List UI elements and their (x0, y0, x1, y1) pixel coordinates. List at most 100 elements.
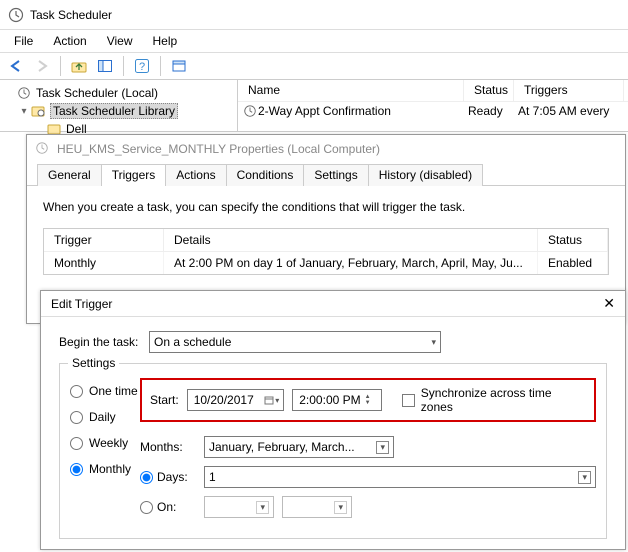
refresh-button[interactable] (167, 54, 191, 78)
chevron-down-icon: ▾ (431, 337, 436, 348)
settings-group: Settings One time Daily Weekly Monthly S… (59, 363, 607, 539)
chevron-down-icon: ▾ (334, 501, 347, 514)
sync-timezones-checkbox[interactable]: Synchronize across time zones (402, 386, 586, 414)
tree-pane[interactable]: Task Scheduler (Local) ▾ Task Scheduler … (0, 80, 238, 131)
start-highlight-box: Start: 10/20/2017 ▾ 2:00:00 PM ▲▼ (140, 378, 596, 422)
tree-library-label: Task Scheduler Library (50, 103, 178, 119)
tab-general[interactable]: General (37, 164, 102, 186)
months-value: January, February, March... (209, 440, 355, 454)
begin-task-value: On a schedule (154, 335, 231, 349)
menubar: File Action View Help (0, 30, 628, 52)
calendar-icon (264, 395, 274, 405)
tab-history[interactable]: History (disabled) (368, 164, 483, 186)
expanded-icon[interactable]: ▾ (18, 106, 30, 117)
menu-view[interactable]: View (97, 32, 143, 50)
chevron-down-icon: ▾ (578, 471, 591, 484)
begin-task-select[interactable]: On a schedule ▾ (149, 331, 441, 353)
radio-on[interactable]: On: (140, 500, 196, 514)
edit-trigger-titlebar: Edit Trigger ✕ (41, 291, 625, 317)
frequency-radios: One time Daily Weekly Monthly (70, 378, 140, 518)
start-date-value: 10/20/2017 (194, 393, 254, 407)
help-button[interactable]: ? (130, 54, 154, 78)
chevron-down-icon: ▾ (256, 501, 269, 514)
properties-tabs: General Triggers Actions Conditions Sett… (27, 163, 625, 185)
task-trigger: At 7:05 AM every (518, 104, 628, 118)
panes-icon (97, 58, 113, 74)
start-time-value: 2:00:00 PM (299, 393, 360, 407)
days-value: 1 (209, 470, 216, 484)
months-label: Months: (140, 440, 196, 454)
edit-trigger-dialog: Edit Trigger ✕ Begin the task: On a sche… (40, 290, 626, 550)
chevron-down-icon: ▾ (275, 396, 279, 405)
window-title: Task Scheduler (30, 8, 112, 22)
toolbar: ? (0, 52, 628, 80)
svg-text:?: ? (139, 61, 145, 73)
days-select[interactable]: 1 ▾ (204, 466, 596, 488)
arrow-right-icon (34, 58, 50, 74)
back-button[interactable] (4, 54, 28, 78)
start-label: Start: (150, 393, 179, 407)
menu-action[interactable]: Action (43, 32, 96, 50)
tab-triggers[interactable]: Triggers (101, 164, 167, 186)
trigger-status: Enabled (538, 252, 608, 274)
triggers-header: Trigger Details Status (44, 229, 608, 252)
tab-actions[interactable]: Actions (165, 164, 226, 186)
radio-monthly[interactable]: Monthly (70, 456, 140, 482)
menu-help[interactable]: Help (143, 32, 188, 50)
clock-icon (35, 141, 51, 157)
header-status[interactable]: Status (464, 80, 514, 101)
tab-settings[interactable]: Settings (303, 164, 368, 186)
menu-file[interactable]: File (4, 32, 43, 50)
task-list-pane[interactable]: Name Status Triggers 2-Way Appt Confirma… (238, 80, 628, 131)
chevron-down-icon: ▾ (376, 441, 389, 454)
begin-task-label: Begin the task: (59, 335, 149, 349)
spin-down-icon: ▼ (365, 400, 371, 406)
arrow-left-icon (8, 58, 24, 74)
properties-title: HEU_KMS_Service_MONTHLY Properties (Loca… (57, 142, 380, 156)
header-details[interactable]: Details (164, 229, 538, 252)
tab-conditions[interactable]: Conditions (226, 164, 305, 186)
header-name[interactable]: Name (238, 80, 464, 101)
header-status[interactable]: Status (538, 229, 608, 252)
trigger-details: At 2:00 PM on day 1 of January, February… (164, 252, 538, 274)
task-list-header: Name Status Triggers (238, 80, 628, 102)
task-name: 2-Way Appt Confirmation (258, 104, 468, 118)
start-date-field[interactable]: 10/20/2017 ▾ (187, 389, 285, 411)
radio-weekly[interactable]: Weekly (70, 430, 140, 456)
header-trigger[interactable]: Trigger (44, 229, 164, 252)
months-select[interactable]: January, February, March... ▾ (204, 436, 394, 458)
clock-icon (242, 104, 258, 118)
forward-button (30, 54, 54, 78)
radio-daily[interactable]: Daily (70, 404, 140, 430)
up-folder-button[interactable] (67, 54, 91, 78)
trigger-row[interactable]: Monthly At 2:00 PM on day 1 of January, … (44, 252, 608, 274)
help-icon: ? (134, 58, 150, 74)
time-spinner[interactable]: ▲▼ (365, 394, 371, 406)
clock-icon (8, 7, 24, 23)
new-window-icon (171, 58, 187, 74)
radio-onetime[interactable]: One time (70, 378, 140, 404)
folder-up-icon (71, 58, 87, 74)
show-hide-pane-button[interactable] (93, 54, 117, 78)
tab-description: When you create a task, you can specify … (43, 200, 609, 214)
task-status: Ready (468, 104, 518, 118)
tree-root-label: Task Scheduler (Local) (36, 86, 158, 100)
window-titlebar: Task Scheduler (0, 0, 628, 30)
trigger-type: Monthly (44, 252, 164, 274)
clock-icon (16, 85, 32, 101)
main-panes: Task Scheduler (Local) ▾ Task Scheduler … (0, 80, 628, 132)
close-button[interactable]: ✕ (603, 295, 615, 312)
on-day-select: ▾ (282, 496, 352, 518)
triggers-table[interactable]: Trigger Details Status Monthly At 2:00 P… (43, 228, 609, 275)
task-row[interactable]: 2-Way Appt Confirmation Ready At 7:05 AM… (238, 102, 628, 120)
checkbox-icon (402, 394, 415, 407)
edit-trigger-title: Edit Trigger (51, 297, 112, 311)
tab-body: When you create a task, you can specify … (27, 185, 625, 281)
start-time-field[interactable]: 2:00:00 PM ▲▼ (292, 389, 382, 411)
properties-titlebar: HEU_KMS_Service_MONTHLY Properties (Loca… (27, 135, 625, 163)
tree-root[interactable]: Task Scheduler (Local) (2, 84, 235, 102)
radio-days[interactable]: Days: (140, 470, 196, 484)
sync-label: Synchronize across time zones (421, 386, 586, 414)
header-triggers[interactable]: Triggers (514, 80, 624, 101)
tree-library[interactable]: ▾ Task Scheduler Library (2, 102, 235, 120)
